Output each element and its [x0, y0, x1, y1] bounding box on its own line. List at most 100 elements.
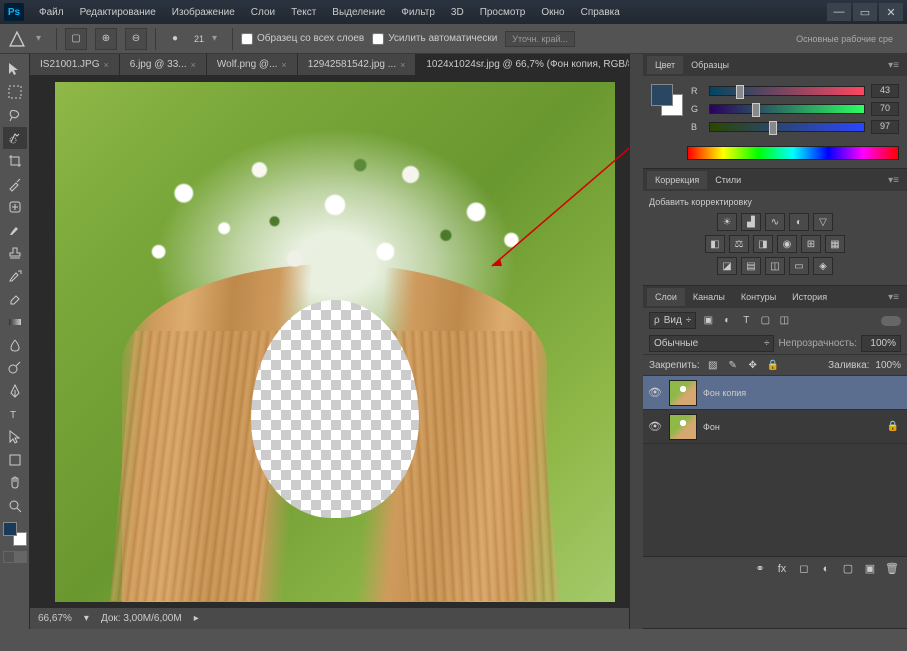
blur-tool[interactable] — [3, 334, 27, 356]
history-tab[interactable]: История — [784, 288, 835, 306]
brush-tool[interactable] — [3, 219, 27, 241]
layer-visibility-icon[interactable]: 👁 — [647, 386, 663, 399]
stamp-tool[interactable] — [3, 242, 27, 264]
menu-file[interactable]: Файл — [32, 3, 71, 22]
layer-fx-icon[interactable]: fx — [773, 560, 791, 578]
delete-layer-icon[interactable]: 🗑 — [883, 560, 901, 578]
brush-size-value[interactable]: 21 — [194, 34, 204, 44]
blend-mode-select[interactable]: Обычные ÷ — [649, 335, 774, 352]
layer-mask-icon[interactable]: ◻ — [795, 560, 813, 578]
eraser-tool[interactable] — [3, 288, 27, 310]
layer-row[interactable]: 👁 Фон 🔒 — [643, 410, 907, 444]
brush-dropdown-icon[interactable]: ▾ — [212, 33, 224, 44]
invert-icon[interactable]: ◪ — [717, 257, 737, 275]
slider-b[interactable] — [709, 122, 865, 132]
bw-icon[interactable]: ◨ — [753, 235, 773, 253]
opacity-value[interactable]: 100% — [861, 335, 901, 352]
menu-help[interactable]: Справка — [574, 3, 627, 22]
close-button[interactable]: ✕ — [879, 3, 903, 21]
menu-3d[interactable]: 3D — [444, 3, 471, 22]
new-adjustment-icon[interactable]: ◐ — [817, 560, 835, 578]
panel-fg-color[interactable] — [651, 84, 673, 106]
dodge-tool[interactable] — [3, 357, 27, 379]
document-tab[interactable]: IS21001.JPG× — [30, 54, 120, 75]
subtract-selection-icon[interactable]: ⊖ — [125, 28, 147, 50]
preset-dropdown-icon[interactable]: ▾ — [36, 33, 48, 44]
slider-b-value[interactable]: 97 — [871, 120, 899, 134]
move-tool[interactable] — [3, 58, 27, 80]
color-tab[interactable]: Цвет — [647, 56, 683, 74]
menu-view[interactable]: Просмотр — [473, 3, 533, 22]
hand-tool[interactable] — [3, 472, 27, 494]
document-tab[interactable]: 1024x1024sr.jpg @ 66,7% (Фон копия, RGB/… — [416, 54, 629, 75]
menu-edit[interactable]: Редактирование — [73, 3, 163, 22]
new-layer-icon[interactable]: ▣ — [861, 560, 879, 578]
styles-tab[interactable]: Стили — [707, 171, 749, 189]
layer-thumbnail[interactable] — [669, 414, 697, 440]
photo-filter-icon[interactable]: ◉ — [777, 235, 797, 253]
tab-close-icon[interactable]: × — [281, 60, 286, 70]
color-spectrum[interactable] — [687, 146, 899, 160]
layer-visibility-icon[interactable]: 👁 — [647, 420, 663, 433]
panel-menu-icon[interactable]: ▾≡ — [884, 292, 903, 303]
layer-thumbnail[interactable] — [669, 380, 697, 406]
filter-pixel-icon[interactable]: ▣ — [700, 313, 716, 329]
menu-layer[interactable]: Слои — [244, 3, 282, 22]
brush-icon[interactable]: ● — [164, 28, 186, 50]
color-lookup-icon[interactable]: ▦ — [825, 235, 845, 253]
healing-tool[interactable] — [3, 196, 27, 218]
panel-menu-icon[interactable]: ▾≡ — [884, 60, 903, 71]
workspace-label[interactable]: Основные рабочие сре — [788, 30, 901, 48]
tab-close-icon[interactable]: × — [400, 60, 405, 70]
layer-filter-kind[interactable]: ρВид÷ — [649, 312, 696, 329]
quick-select-tool[interactable] — [3, 127, 27, 149]
brightness-icon[interactable]: ☀ — [717, 213, 737, 231]
auto-enhance-check[interactable]: Усилить автоматически — [372, 33, 497, 45]
layer-name[interactable]: Фон — [703, 422, 881, 432]
filter-toggle[interactable] — [881, 316, 901, 326]
filter-type-icon[interactable]: T — [738, 313, 754, 329]
layer-row[interactable]: 👁 Фон копия — [643, 376, 907, 410]
gradient-map-icon[interactable]: ▭ — [789, 257, 809, 275]
lock-transparency-icon[interactable]: ▨ — [706, 358, 720, 372]
crop-tool[interactable] — [3, 150, 27, 172]
minimize-button[interactable]: — — [827, 3, 851, 21]
history-brush-tool[interactable] — [3, 265, 27, 287]
channels-tab[interactable]: Каналы — [685, 288, 733, 306]
panel-menu-icon[interactable]: ▾≡ — [884, 175, 903, 186]
lasso-tool[interactable] — [3, 104, 27, 126]
posterize-icon[interactable]: ▤ — [741, 257, 761, 275]
levels-icon[interactable]: ▟ — [741, 213, 761, 231]
zoom-dropdown-icon[interactable]: ▾ — [84, 613, 89, 624]
curves-icon[interactable]: ∿ — [765, 213, 785, 231]
link-layers-icon[interactable]: ⚭ — [751, 560, 769, 578]
document-tab[interactable]: 6.jpg @ 33...× — [120, 54, 207, 75]
layer-name[interactable]: Фон копия — [703, 388, 903, 398]
slider-g[interactable] — [709, 104, 865, 114]
collapsed-panels-strip[interactable] — [629, 54, 643, 629]
exposure-icon[interactable]: ◐ — [789, 213, 809, 231]
gradient-tool[interactable] — [3, 311, 27, 333]
menu-window[interactable]: Окно — [534, 3, 571, 22]
filter-shape-icon[interactable]: ▢ — [757, 313, 773, 329]
slider-g-value[interactable]: 70 — [871, 102, 899, 116]
sample-all-layers-check[interactable]: Образец со всех слоев — [241, 33, 364, 45]
hue-icon[interactable]: ◧ — [705, 235, 725, 253]
lock-position-icon[interactable]: ✥ — [746, 358, 760, 372]
canvas[interactable] — [55, 82, 615, 602]
paths-tab[interactable]: Контуры — [733, 288, 784, 306]
shape-tool[interactable] — [3, 449, 27, 471]
lock-pixels-icon[interactable]: ✎ — [726, 358, 740, 372]
color-balance-icon[interactable]: ⚖ — [729, 235, 749, 253]
foreground-color[interactable] — [3, 522, 17, 536]
lock-all-icon[interactable]: 🔒 — [766, 358, 780, 372]
marquee-tool[interactable] — [3, 81, 27, 103]
layers-tab[interactable]: Слои — [647, 288, 685, 306]
quick-mask-toggle[interactable] — [3, 551, 27, 563]
slider-r-value[interactable]: 43 — [871, 84, 899, 98]
tab-close-icon[interactable]: × — [103, 60, 108, 70]
threshold-icon[interactable]: ◫ — [765, 257, 785, 275]
panel-color-swatches[interactable] — [651, 84, 683, 116]
eyedropper-tool[interactable] — [3, 173, 27, 195]
filter-adj-icon[interactable]: ◐ — [719, 313, 735, 329]
